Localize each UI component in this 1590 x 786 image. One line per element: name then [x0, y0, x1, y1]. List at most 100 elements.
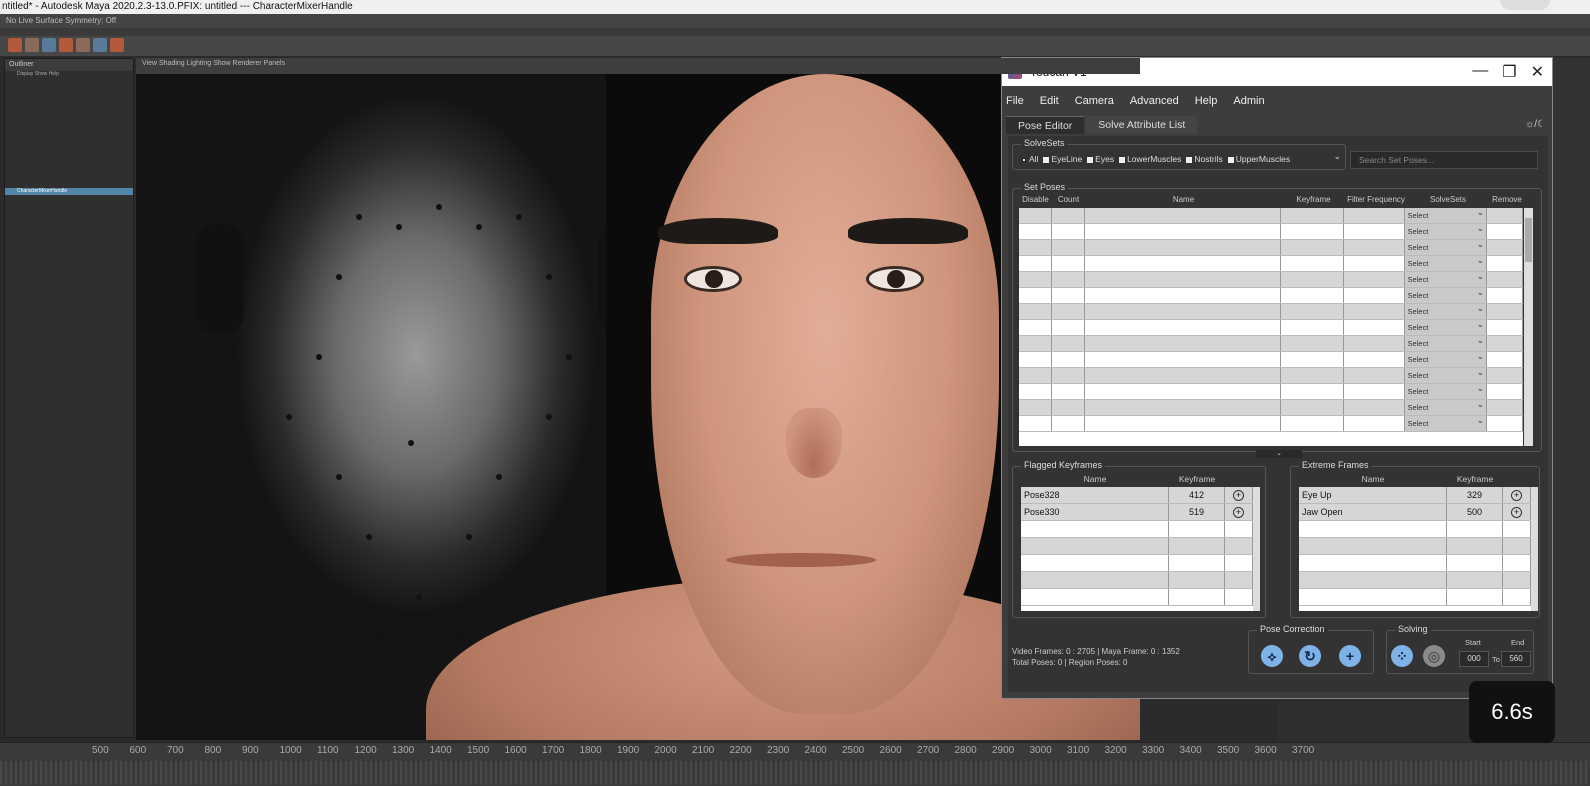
table-row[interactable]: Pose330 519 + — [1021, 504, 1253, 521]
solvesets-select[interactable]: Select — [1405, 237, 1488, 255]
shelf-tool-icon[interactable] — [110, 38, 124, 52]
shelf-tabs[interactable] — [0, 28, 1590, 36]
table-row[interactable]: Select — [1019, 237, 1523, 256]
tab-pose-editor[interactable]: Pose Editor — [1006, 116, 1085, 134]
grid-cell[interactable] — [1487, 304, 1523, 319]
col-disable[interactable]: Disable — [1019, 195, 1052, 204]
solvesets-select[interactable]: Select — [1405, 253, 1488, 271]
shelf-tool-icon[interactable] — [93, 38, 107, 52]
grid-cell[interactable] — [1019, 384, 1052, 399]
grid-cell[interactable] — [1487, 272, 1523, 287]
grid-cell[interactable] — [1487, 352, 1523, 367]
solvesets-select[interactable]: Select — [1405, 269, 1488, 287]
table-row[interactable]: Select — [1019, 413, 1523, 432]
viewport-menu[interactable]: View Shading Lighting Show Renderer Pane… — [136, 58, 1140, 74]
grid-cell[interactable] — [1487, 416, 1523, 431]
solvesets-select[interactable]: Select — [1405, 208, 1488, 223]
solvesets-select[interactable]: Select — [1405, 413, 1488, 431]
menu-advanced[interactable]: Advanced — [1130, 95, 1179, 116]
outliner-item-selected[interactable]: CharacterMixerHandle — [5, 188, 133, 195]
grid-cell[interactable] — [1019, 336, 1052, 351]
grid-cell[interactable] — [1487, 224, 1523, 239]
col-name[interactable]: Name — [1085, 195, 1282, 204]
grid-cell[interactable] — [1019, 400, 1052, 415]
solvesets-select[interactable]: Select — [1405, 397, 1488, 415]
grid-cell[interactable] — [1487, 400, 1523, 415]
grid-cell[interactable] — [1019, 368, 1052, 383]
grid-cell[interactable] — [1019, 240, 1052, 255]
grid-cell[interactable] — [1487, 256, 1523, 271]
solveset-eyeline-checkbox[interactable]: EyeLine — [1043, 154, 1082, 164]
collapse-chevron-icon[interactable]: ⌄ — [1256, 450, 1302, 458]
solvesets-select[interactable]: Select — [1405, 221, 1488, 239]
grid-cell[interactable] — [1487, 368, 1523, 383]
solvesets-select[interactable]: Select — [1405, 349, 1488, 367]
close-icon[interactable]: ✕ — [1531, 62, 1544, 82]
col-keyframe[interactable]: Keyframe — [1282, 195, 1345, 204]
table-row[interactable]: Select — [1019, 221, 1523, 240]
tab-solve-attribute-list[interactable]: Solve Attribute List — [1086, 116, 1198, 134]
table-row[interactable]: Select — [1019, 317, 1523, 336]
solveset-lowermuscles-checkbox[interactable]: LowerMuscles — [1119, 154, 1181, 164]
col-remove[interactable]: Remove — [1489, 195, 1525, 204]
grid-cell[interactable] — [1487, 320, 1523, 335]
add-circle-icon[interactable]: + — [1511, 490, 1522, 501]
add-circle-icon[interactable]: + — [1233, 490, 1244, 501]
grid-cell[interactable] — [1019, 352, 1052, 367]
solveset-uppermuscles-checkbox[interactable]: UpperMuscles — [1227, 154, 1290, 164]
add-circle-icon[interactable]: + — [1511, 507, 1522, 518]
solvesets-select[interactable]: Select — [1405, 365, 1488, 383]
table-row[interactable]: Select — [1019, 269, 1523, 288]
solveset-nostrils-checkbox[interactable]: Nostrils — [1186, 154, 1223, 164]
grid-cell[interactable] — [1487, 240, 1523, 255]
grid-cell[interactable] — [1019, 416, 1052, 431]
end-frame-input[interactable]: 560 — [1501, 651, 1531, 667]
grid-cell[interactable] — [1019, 304, 1052, 319]
shelf-tool-icon[interactable] — [8, 38, 22, 52]
table-row[interactable]: Select — [1019, 365, 1523, 384]
col-filter-frequency[interactable]: Filter Frequency — [1345, 195, 1407, 204]
table-row[interactable]: Select — [1019, 285, 1523, 304]
menu-camera[interactable]: Camera — [1075, 95, 1114, 116]
grid-cell[interactable] — [1019, 272, 1052, 287]
theme-toggle-icon[interactable]: ☼/☾ — [1525, 119, 1546, 130]
table-row[interactable]: Select — [1019, 381, 1523, 400]
grid-cell[interactable] — [1019, 224, 1052, 239]
table-row[interactable]: Jaw Open 500 + — [1299, 504, 1531, 521]
time-slider[interactable]: 500 600 700 800 900 1000 1100 1200 1300 1400 1500 1… — [0, 742, 1590, 786]
menu-help[interactable]: Help — [1195, 95, 1218, 116]
add-pose-icon[interactable]: + — [1339, 645, 1361, 667]
grid-cell[interactable] — [1487, 288, 1523, 303]
table-row[interactable]: Pose328 412 + — [1021, 487, 1253, 504]
col-solvesets[interactable]: SolveSets — [1407, 195, 1489, 204]
menu-file[interactable]: File — [1006, 95, 1024, 116]
grid-cell[interactable] — [1019, 320, 1052, 335]
shelf-tool-icon[interactable] — [42, 38, 56, 52]
pose-adjust-icon[interactable]: ⟡ — [1261, 645, 1283, 667]
table-row[interactable]: Select — [1019, 333, 1523, 352]
maya-viewport[interactable]: View Shading Lighting Show Renderer Pane… — [136, 58, 1140, 740]
table-row[interactable]: Select — [1019, 301, 1523, 320]
shelf-tool-icon[interactable] — [25, 38, 39, 52]
table-row[interactable]: Select — [1019, 208, 1523, 224]
menu-admin[interactable]: Admin — [1233, 95, 1264, 116]
shelf-tool-icon[interactable] — [76, 38, 90, 52]
extreme-scrollbar[interactable] — [1531, 487, 1538, 611]
solve-nodes-icon[interactable]: ⁘ — [1391, 645, 1413, 667]
grid-cell[interactable] — [1487, 384, 1523, 399]
maximize-icon[interactable]: ❐ — [1502, 62, 1516, 82]
set-poses-scrollbar[interactable] — [1524, 208, 1533, 446]
solvesets-select[interactable]: Select — [1405, 381, 1488, 399]
solveset-eyes-checkbox[interactable]: Eyes — [1087, 154, 1114, 164]
search-set-poses-input[interactable]: Search Set Poses... — [1350, 151, 1538, 169]
refresh-icon[interactable]: ↻ — [1299, 645, 1321, 667]
grid-cell[interactable] — [1019, 208, 1052, 223]
solvesets-select[interactable]: Select — [1405, 317, 1488, 335]
chevron-down-icon[interactable]: ⌄ — [1333, 151, 1341, 162]
minimize-icon[interactable]: — — [1472, 62, 1488, 82]
table-row[interactable]: Eye Up 329 + — [1299, 487, 1531, 504]
start-frame-input[interactable]: 000 — [1459, 651, 1489, 667]
grid-cell[interactable] — [1019, 256, 1052, 271]
solvesets-select[interactable]: Select — [1405, 285, 1488, 303]
table-row[interactable]: Select — [1019, 349, 1523, 368]
